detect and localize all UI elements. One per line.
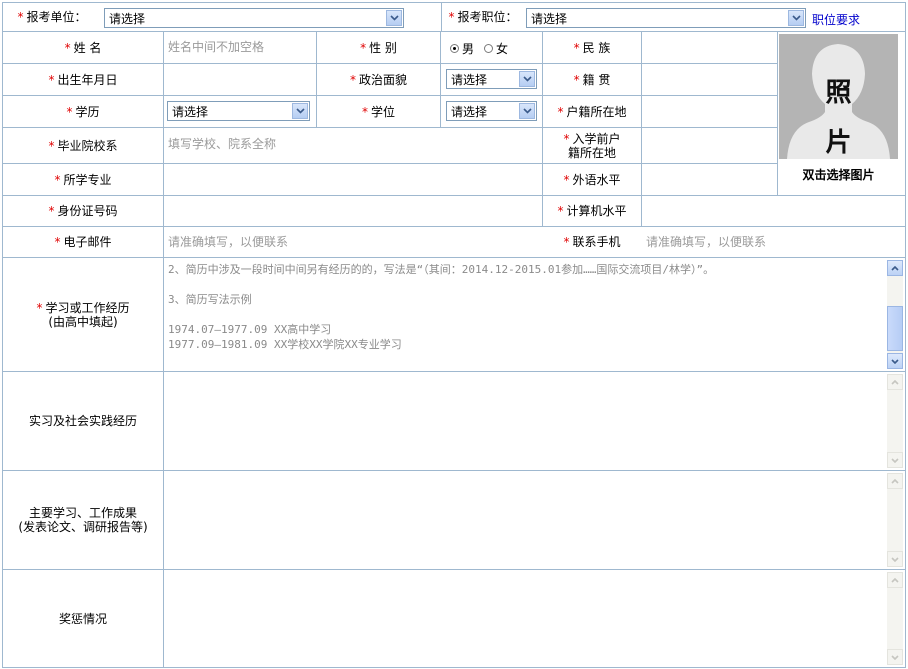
achievement-label: 主要学习、工作成果 (发表论文、调研报告等) (18, 506, 148, 534)
name-input[interactable]: 姓名中间不加空格 (164, 32, 316, 60)
scroll-down-icon[interactable] (887, 551, 903, 567)
gender-male-label: 男 (462, 41, 475, 56)
degree-select[interactable]: 请选择 (446, 101, 537, 121)
idcard-label: * 身份证号码 (48, 204, 118, 218)
scroll-down-icon[interactable] (887, 649, 903, 665)
education-label: * 学历 (66, 104, 100, 119)
native-label: * 籍 贯 (573, 72, 611, 87)
chevron-down-icon[interactable] (788, 10, 804, 26)
education-select[interactable]: 请选择 (167, 101, 310, 121)
computer-input[interactable] (642, 196, 905, 226)
experience-label: * 学习或工作经历 (由高中填起) (36, 300, 130, 329)
chevron-down-icon[interactable] (519, 103, 535, 119)
award-label: 奖惩情况 (58, 611, 107, 626)
gender-radio-group: 男 女 (450, 40, 508, 56)
native-input[interactable] (642, 64, 777, 95)
scroll-up-icon[interactable] (887, 572, 903, 588)
achievement-scrollbar[interactable] (887, 473, 903, 567)
position-requirements-link[interactable]: 职位要求 (812, 11, 860, 27)
scroll-up-icon[interactable] (887, 260, 903, 276)
experience-scrollbar[interactable] (887, 260, 903, 369)
gender-female-label: 女 (496, 41, 509, 56)
political-label: * 政治面貌 (349, 72, 407, 87)
phone-input[interactable]: 请准确填写，以便联系 (642, 227, 905, 255)
practice-textarea[interactable] (164, 372, 905, 470)
foreign-label: * 外语水平 (563, 172, 621, 187)
birth-input[interactable] (164, 64, 316, 95)
chevron-down-icon[interactable] (519, 71, 535, 87)
foreign-input[interactable] (642, 164, 777, 195)
phone-label: * 联系手机 (563, 235, 621, 249)
practice-label: 实习及社会实践经历 (28, 414, 137, 428)
school-label: * 毕业院校系 (48, 138, 118, 153)
ethnicity-input[interactable] (642, 32, 777, 63)
prehukou-label: * 入学前户 籍所在地 (563, 131, 621, 160)
experience-text: 2、简历中涉及一段时间中间另有经历的的，写法是“（其间：2014.12-2015… (168, 263, 715, 351)
practice-scrollbar[interactable] (887, 374, 903, 468)
gender-female-radio[interactable] (484, 43, 494, 53)
chevron-down-icon[interactable] (386, 10, 402, 26)
hukou-input[interactable] (642, 96, 777, 127)
political-select[interactable]: 请选择 (446, 69, 537, 89)
award-textarea[interactable] (164, 570, 905, 667)
hukou-label: * 户籍所在地 (557, 104, 627, 119)
position-label: * 报考职位： (448, 10, 518, 24)
photo-char-1: 照 (825, 78, 852, 108)
gender-male-radio[interactable] (450, 43, 459, 53)
achievement-textarea[interactable] (164, 471, 905, 569)
scroll-down-icon[interactable] (887, 452, 903, 468)
email-input[interactable]: 请准确填写，以便联系 (164, 227, 542, 255)
name-label: * 姓 名 (64, 40, 102, 55)
email-label: * 电子邮件 (54, 235, 112, 249)
chevron-down-icon[interactable] (292, 103, 308, 119)
degree-label: * 学位 (361, 104, 395, 119)
computer-label: * 计算机水平 (557, 204, 627, 218)
position-select[interactable]: 请选择 (526, 8, 806, 28)
major-label: * 所学专业 (54, 172, 112, 187)
scroll-thumb[interactable] (887, 306, 903, 351)
major-input[interactable] (164, 164, 542, 195)
idcard-input[interactable] (164, 196, 542, 226)
photo-upload[interactable]: 照 片 双击选择图片 (779, 34, 898, 190)
photo-char-2: 片 (825, 128, 852, 158)
unit-select[interactable]: 请选择 (104, 8, 404, 28)
scroll-up-icon[interactable] (887, 473, 903, 489)
photo-caption: 双击选择图片 (802, 168, 875, 182)
gender-label: * 性 别 (360, 40, 397, 55)
scroll-down-icon[interactable] (887, 353, 903, 369)
scroll-up-icon[interactable] (887, 374, 903, 390)
school-input[interactable]: 填写学校、院系全称 (164, 128, 542, 159)
ethnicity-label: * 民 族 (573, 40, 611, 55)
birth-label: * 出生年月日 (48, 72, 118, 87)
prehukou-input[interactable] (642, 128, 777, 163)
award-scrollbar[interactable] (887, 572, 903, 665)
unit-label: * 报考单位： (17, 10, 87, 24)
experience-textarea[interactable]: 2、简历中涉及一段时间中间另有经历的的，写法是“（其间：2014.12-2015… (164, 258, 905, 371)
